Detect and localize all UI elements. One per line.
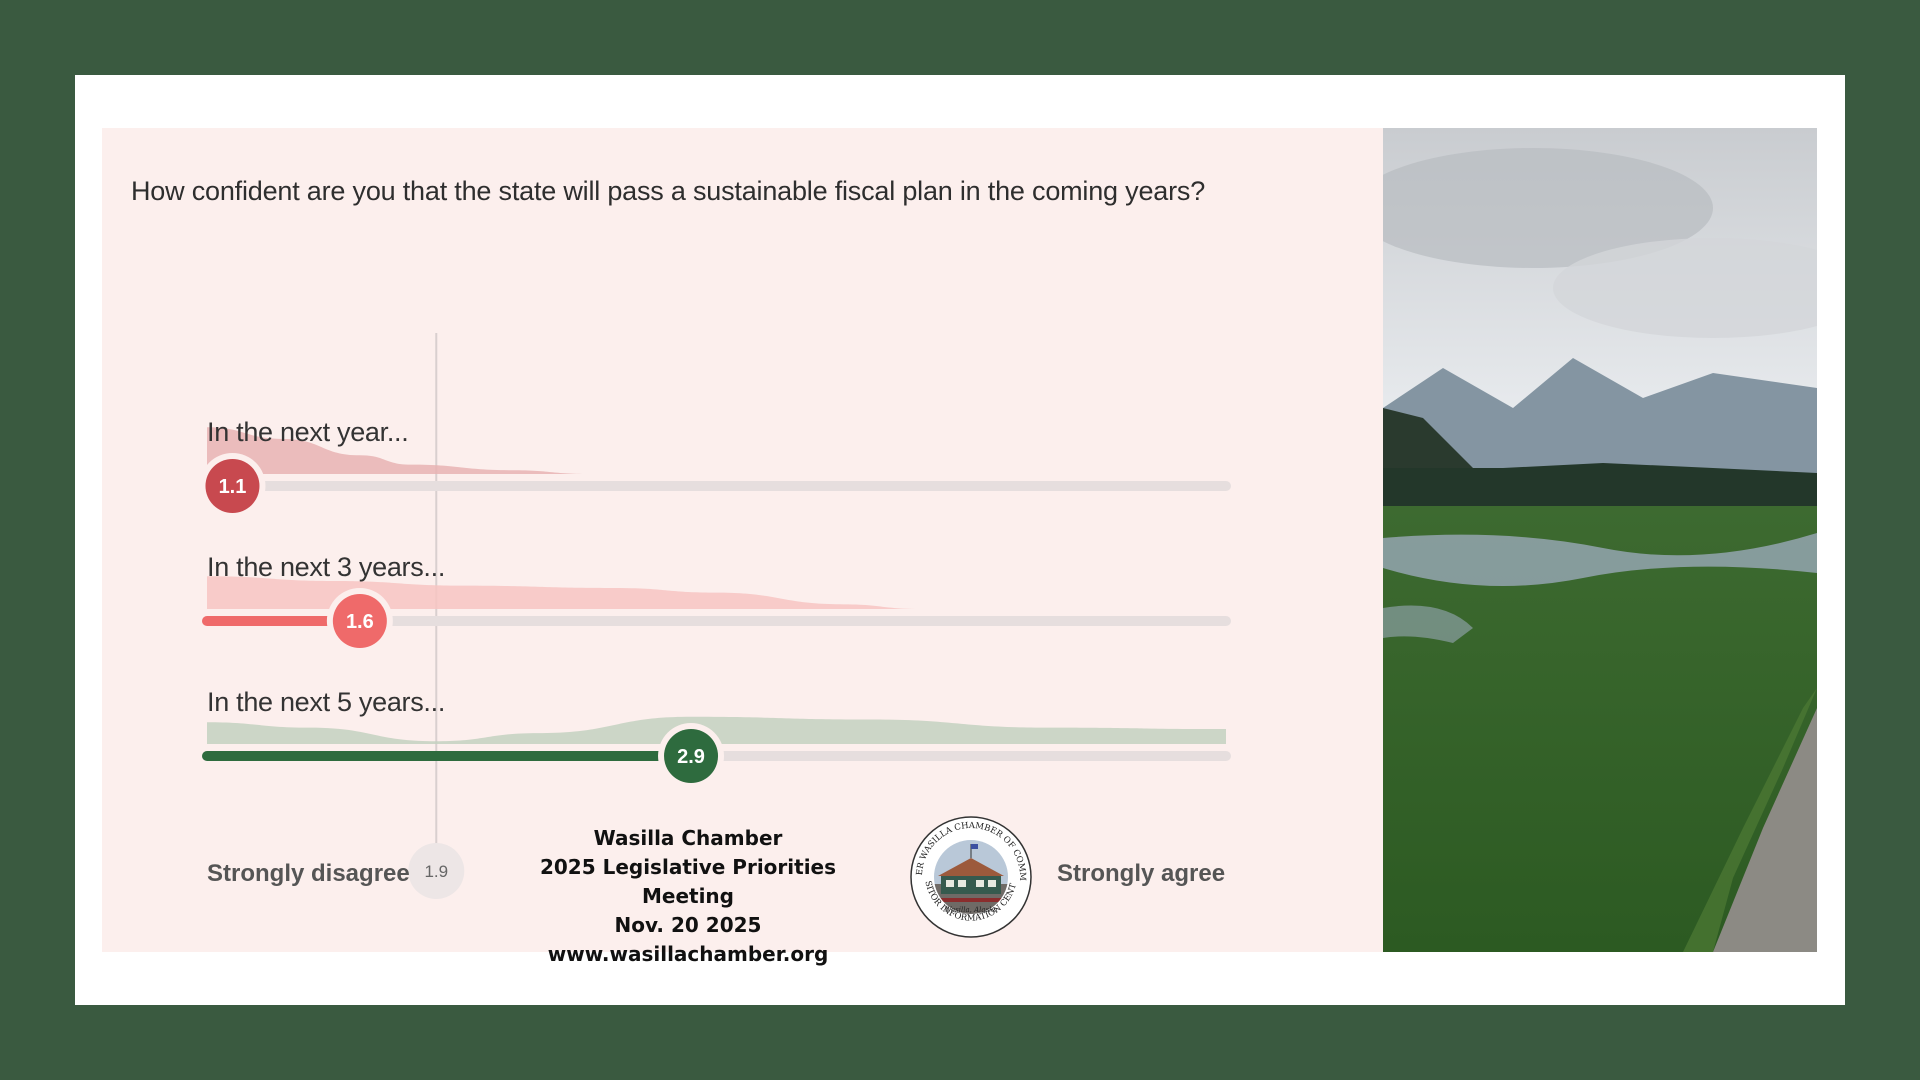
mean-label-row-0: 1.1 [219, 476, 247, 498]
footer-date: Nov. 20 2025 [614, 913, 762, 937]
scale-label-max: Strongly agree [1057, 860, 1226, 887]
reference-value-label: 1.9 [424, 862, 448, 881]
scale-label-min: Strongly disagree [207, 860, 410, 887]
survey-slide: How confident are you that the state wil… [102, 128, 1383, 966]
chamber-seal-logo: GREATER WASILLA CHAMBER OF COMMERCE VISI… [908, 814, 1032, 938]
event-footer: Wasilla Chamber 2025 Legislative Priorit… [498, 824, 878, 969]
svg-text:Wasilla, Alaska: Wasilla, Alaska [944, 906, 997, 914]
footer-event: 2025 Legislative Priorities Meeting [539, 855, 837, 908]
mean-label-row-2: 2.9 [677, 746, 705, 768]
row-label-5yr: In the next 5 years... [207, 687, 446, 717]
footer-url: www.wasillachamber.org [547, 942, 829, 966]
row-label-1yr: In the next year... [207, 417, 409, 447]
slide-frame: How confident are you that the state wil… [75, 75, 1845, 1005]
row-label-3yr: In the next 3 years... [207, 552, 446, 582]
footer-org: Wasilla Chamber [593, 826, 783, 850]
alaska-landscape-photo [1383, 128, 1817, 952]
mean-label-row-1: 1.6 [346, 611, 374, 633]
